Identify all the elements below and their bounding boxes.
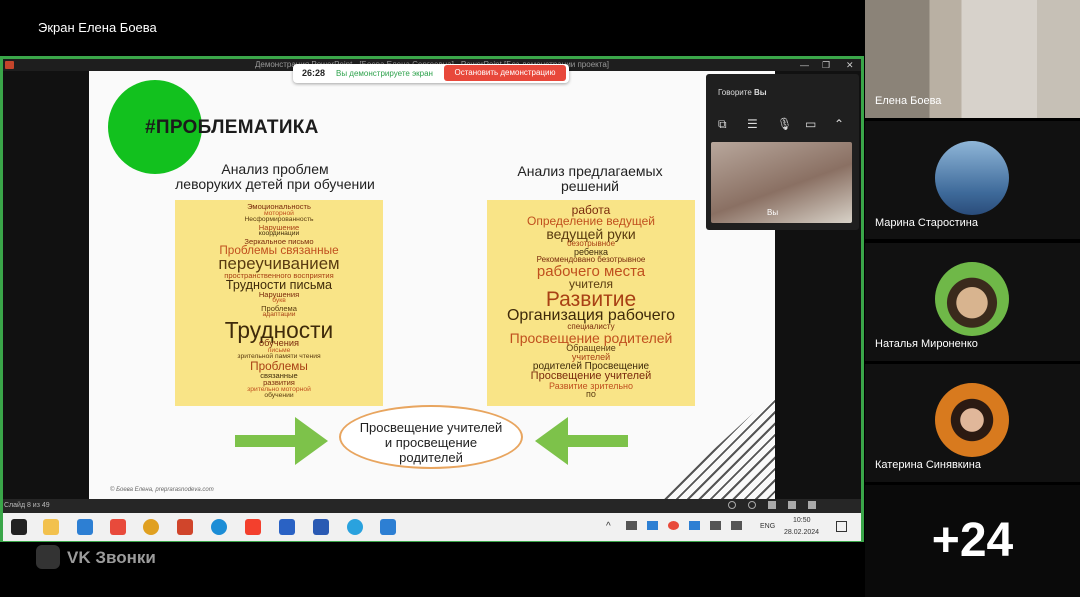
word-cloud-problems: Эмоциональность моторной Несформированност… (175, 200, 383, 406)
notifications-icon[interactable] (836, 521, 847, 532)
collapse-icon[interactable]: ⌃ (834, 117, 844, 131)
screen-share-icon[interactable]: ⧉ (718, 117, 727, 132)
left-arrow-icon (235, 417, 328, 465)
participant-name: Катерина Синявкина (875, 459, 981, 471)
sorter-view-icon[interactable] (788, 501, 796, 509)
comments-icon[interactable] (748, 501, 756, 509)
windows-icon[interactable] (11, 519, 27, 535)
normal-view-icon[interactable] (768, 501, 776, 509)
store-icon[interactable] (279, 519, 295, 535)
view-controls (728, 501, 848, 511)
left-heading: Анализ проблем леворуких детей при обуче… (175, 161, 375, 192)
participant-name: Елена Боева (875, 95, 942, 107)
powerpoint-icon[interactable] (177, 519, 193, 535)
word-icon[interactable] (313, 519, 329, 535)
slide-letterbox-left (3, 71, 89, 499)
mail-icon[interactable] (77, 519, 93, 535)
speaking-prefix: Говорите (718, 88, 752, 97)
camera-icon[interactable]: ▭ (805, 117, 816, 131)
input-language[interactable]: ENG (760, 523, 775, 530)
tray-icons (626, 521, 776, 533)
tray-icon[interactable] (647, 521, 658, 530)
yandex-browser-icon[interactable] (110, 519, 126, 535)
powerpoint-icon (5, 61, 14, 69)
layout-icon[interactable]: ☰ (747, 117, 758, 131)
right-heading: Анализ предлагаемых решений (517, 163, 663, 194)
right-arrow-icon (535, 417, 628, 465)
share-timer: 26:28 (302, 68, 326, 78)
tray-icon[interactable] (626, 521, 637, 530)
tray-icon[interactable] (689, 521, 700, 530)
word-cloud-solutions: работа Определение ведущей ведущей руки без… (487, 200, 695, 406)
self-video (711, 142, 852, 223)
clock-time[interactable]: 10:50 (793, 517, 811, 524)
cloud-word: по (586, 389, 596, 400)
minimize-icon[interactable]: — (800, 59, 809, 71)
speaking-name: Вы (754, 88, 767, 97)
reading-view-icon[interactable] (808, 501, 816, 509)
microphone-icon[interactable]: 🎙︎ (777, 117, 792, 131)
edge-icon[interactable] (211, 519, 227, 535)
avatar (935, 141, 1009, 215)
conclusion-text: Просвещение учителей и просвещение родит… (359, 420, 503, 465)
clock-date[interactable]: 28.02.2024 (784, 529, 819, 536)
explorer-icon[interactable] (43, 519, 59, 535)
tray-icon[interactable] (668, 521, 679, 530)
tray-chevron-icon[interactable]: ^ (606, 521, 611, 532)
speaking-indicator: Говорите Вы (718, 88, 767, 97)
vk-app-icon[interactable] (380, 519, 396, 535)
screen-share-title: Экран Елена Боева (38, 20, 157, 35)
brand-name: VK Звонки (67, 548, 156, 567)
restore-icon[interactable]: ❐ (822, 59, 830, 71)
cloud-word: обучении (264, 392, 294, 400)
more-participants-count[interactable]: +24 (865, 485, 1080, 597)
tray-icon[interactable] (710, 521, 721, 530)
notes-icon[interactable] (728, 501, 736, 509)
slide-counter: Слайд 8 из 49 (4, 502, 50, 509)
self-label: Вы (767, 208, 779, 217)
avatar (935, 262, 1009, 336)
yandex-icon[interactable] (245, 519, 261, 535)
chrome-icon[interactable] (143, 519, 159, 535)
avatar (935, 383, 1009, 457)
slide-credit: © Боева Елена, preprarasnodeva.com (110, 487, 214, 493)
call-window: Экран Елена Боева Демонстрация PowerPoin… (0, 0, 1080, 597)
participant-name: Марина Старостина (875, 217, 979, 229)
vk-calls-logo-icon (36, 545, 60, 569)
telegram-icon[interactable] (347, 519, 363, 535)
slide-title: #ПРОБЛЕМАТИКА (145, 117, 319, 138)
close-icon[interactable]: ✕ (846, 59, 854, 71)
sharing-message: Вы демонстрируете экран (336, 69, 433, 78)
participant-name: Наталья Мироненко (875, 338, 978, 350)
tray-icon[interactable] (731, 521, 742, 530)
stop-sharing-button[interactable]: Остановить демонстрацию (444, 65, 566, 81)
